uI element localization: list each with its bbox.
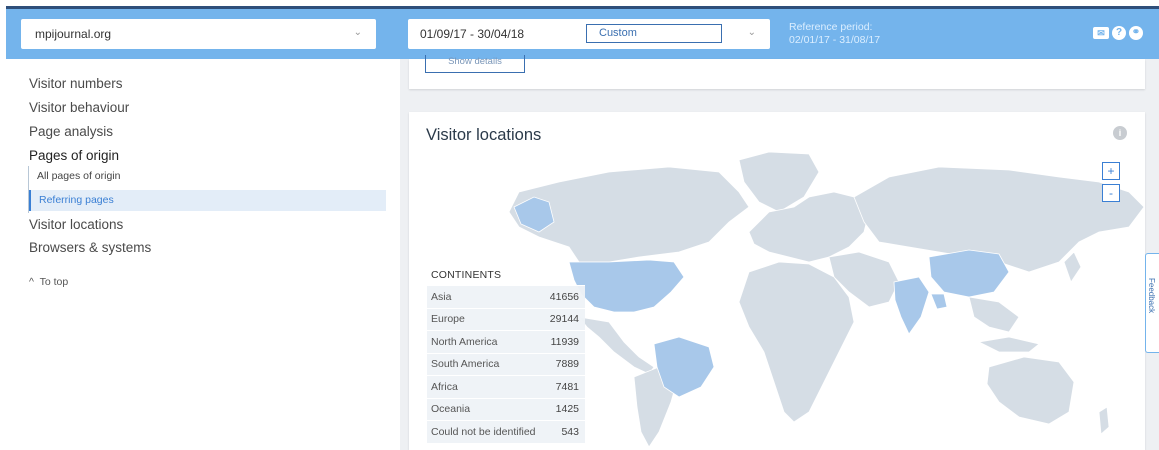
sidebar-subgroup: All pages of origin Referring pages	[28, 166, 386, 213]
header-icons: ✉ ? ⚭	[1093, 26, 1143, 40]
map-region-mexico-central-america[interactable]	[578, 316, 655, 375]
link-icon[interactable]: ⚭	[1129, 26, 1143, 40]
legend-row-name: Could not be identified	[431, 425, 536, 438]
map-region-new-zealand[interactable]	[1098, 406, 1110, 435]
reference-period-dates: 02/01/17 - 31/08/17	[789, 34, 881, 46]
chevron-up-icon: ^	[29, 276, 34, 288]
legend-row-value: 11939	[550, 335, 579, 348]
map-region-china[interactable]	[928, 249, 1010, 298]
reference-period-label: Reference period:	[789, 21, 873, 33]
zoom-out-button[interactable]: -	[1102, 184, 1120, 202]
chevron-down-icon: ⌄	[747, 27, 756, 38]
map-region-india[interactable]	[893, 276, 930, 335]
legend-row: Europe 29144	[427, 307, 585, 330]
card-title: Visitor locations	[426, 126, 542, 144]
legend-row: Could not be identified 543	[427, 420, 585, 443]
continents-legend: CONTINENTS Asia 41656 Europe 29144 North A…	[427, 265, 585, 443]
to-top-label: To top	[39, 276, 69, 288]
sidebar-item-visitor-locations[interactable]: Visitor locations	[29, 217, 123, 232]
sidebar-item-page-analysis[interactable]: Page analysis	[29, 124, 113, 139]
legend-row: South America 7889	[427, 352, 585, 375]
legend-row-value: 7889	[555, 358, 579, 371]
map-zoom-controls: + -	[1102, 162, 1122, 206]
mail-icon[interactable]: ✉	[1093, 27, 1109, 39]
site-select-value: mpijournal.org	[35, 27, 112, 41]
legend-row-name: Asia	[431, 290, 452, 303]
legend-row: Africa 7481	[427, 375, 585, 398]
to-top-link[interactable]: ^ To top	[29, 276, 68, 288]
legend-heading: CONTINENTS	[431, 269, 502, 281]
date-range-value: 01/09/17 - 30/04/18	[420, 27, 525, 41]
feedback-label: Feedback	[1147, 278, 1156, 314]
map-region-japan[interactable]	[1063, 251, 1082, 283]
reference-period: Reference period: 02/01/17 - 31/08/17	[789, 21, 880, 47]
legend-row-name: Oceania	[431, 403, 471, 416]
sidebar-item-browsers-systems[interactable]: Browsers & systems	[29, 240, 151, 255]
range-mode-select[interactable]: Custom	[586, 24, 722, 43]
legend-row-name: North America	[431, 335, 498, 348]
feedback-tab[interactable]: Feedback	[1145, 253, 1159, 353]
legend-row-value: 7481	[555, 380, 579, 393]
map-region-africa[interactable]	[738, 261, 855, 423]
show-details-button[interactable]: Show details	[425, 55, 525, 73]
site-select[interactable]: mpijournal.org ⌄	[21, 19, 376, 49]
date-range-select[interactable]: 01/09/17 - 30/04/18 Custom ⌄	[408, 19, 770, 49]
sidebar-subitem-all-pages-of-origin[interactable]: All pages of origin	[37, 170, 120, 182]
summary-card: Show details	[409, 55, 1145, 89]
sidebar-item-pages-of-origin[interactable]: Pages of origin	[29, 148, 119, 163]
sidebar: Visitor numbers Visitor behaviour Page a…	[6, 59, 400, 450]
map-region-southeast-asia[interactable]	[968, 296, 1020, 333]
map-region-bangladesh-myanmar[interactable]	[930, 293, 948, 310]
legend-row-name: Europe	[431, 313, 465, 326]
sidebar-subitem-referring-pages[interactable]: Referring pages	[29, 190, 386, 211]
map-region-indonesia[interactable]	[977, 336, 1040, 353]
sidebar-item-visitor-behaviour[interactable]: Visitor behaviour	[29, 100, 129, 115]
header-bar: mpijournal.org ⌄ 01/09/17 - 30/04/18 Cus…	[6, 9, 1159, 59]
help-icon[interactable]: ?	[1112, 26, 1126, 40]
legend-row-name: Africa	[431, 380, 458, 393]
legend-row-value: 1425	[555, 403, 579, 416]
zoom-in-button[interactable]: +	[1102, 162, 1120, 180]
map-region-usa[interactable]	[568, 259, 685, 313]
chevron-down-icon: ⌄	[353, 27, 362, 38]
legend-row-value: 543	[561, 425, 579, 438]
legend-row-value: 29144	[549, 313, 579, 326]
main-content: Show details Visitor locations i + - CON…	[400, 55, 1159, 450]
sidebar-item-visitor-numbers[interactable]: Visitor numbers	[29, 76, 123, 91]
map-region-australia[interactable]	[986, 356, 1075, 425]
visitor-locations-card: Visitor locations i + - CONTINENTS Asia 4…	[409, 112, 1145, 450]
info-icon[interactable]: i	[1113, 126, 1127, 140]
legend-row: Oceania 1425	[427, 397, 585, 420]
legend-row: North America 11939	[427, 330, 585, 353]
legend-row-value: 41656	[549, 290, 579, 303]
legend-row: Asia 41656	[427, 285, 585, 308]
legend-row-name: South America	[431, 358, 500, 371]
